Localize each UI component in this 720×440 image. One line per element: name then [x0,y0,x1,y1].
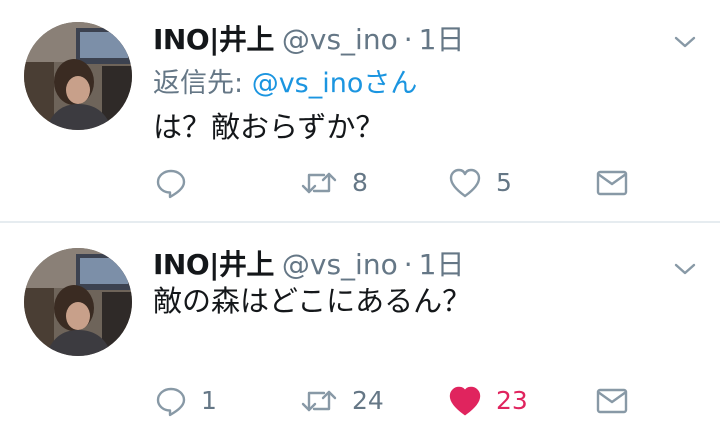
avatar[interactable] [24,22,132,130]
like-button[interactable]: 5 [448,163,512,203]
heart-icon [448,385,482,417]
avatar-photo [24,248,132,356]
reply-context: 返信先: @vs_inoさん [153,66,417,102]
tweet-text: は？敵おらずか？ [153,110,385,144]
user-handle[interactable]: @vs_ino [282,248,398,281]
reply-to-label: 返信先: [153,68,252,99]
like-button[interactable]: 23 [448,381,528,421]
timestamp[interactable]: 1日 [419,23,465,56]
heart-icon [448,167,482,199]
tweet-divider [0,221,720,223]
display-name[interactable]: INO|井上 [153,23,274,56]
reply-mention-link[interactable]: @vs_inoさん [252,68,418,99]
separator-dot: · [403,248,413,281]
direct-message-button[interactable] [596,381,628,421]
speech-bubble-icon [155,167,187,199]
tweet-header: INO|井上 @vs_ino · 1日 [153,247,464,283]
like-count: 5 [496,168,512,197]
reply-button[interactable] [155,163,201,203]
speech-bubble-icon [155,385,187,417]
chevron-down-icon[interactable] [674,34,696,48]
avatar-photo [24,22,132,130]
tweet[interactable]: INO|井上 @vs_ino · 1日 返信先: @vs_inoさん は？敵おらずか？ [0,0,720,221]
like-count: 23 [496,386,528,415]
user-handle[interactable]: @vs_ino [282,23,398,56]
reply-button[interactable]: 1 [155,381,217,421]
retweet-count: 8 [352,168,368,197]
retweet-arrows-icon [300,386,338,416]
retweet-count: 24 [352,386,384,415]
envelope-icon [596,169,628,197]
tweet-actions: 1 24 23 [0,381,720,421]
tweet-header: INO|井上 @vs_ino · 1日 [153,22,464,58]
timestamp[interactable]: 1日 [419,248,465,281]
envelope-icon [596,387,628,415]
chevron-down-icon[interactable] [674,261,696,275]
avatar[interactable] [24,248,132,356]
retweet-button[interactable]: 24 [300,381,384,421]
direct-message-button[interactable] [596,163,628,203]
reply-count: 1 [201,386,217,415]
display-name[interactable]: INO|井上 [153,248,274,281]
retweet-arrows-icon [300,168,338,198]
tweet-text: 敵の森はどこにあるん？ [153,284,472,318]
tweet[interactable]: INO|井上 @vs_ino · 1日 敵の森はどこにあるん？ 1 24 23 [0,224,720,440]
tweet-actions: 8 5 [0,163,720,203]
retweet-button[interactable]: 8 [300,163,368,203]
separator-dot: · [403,23,413,56]
